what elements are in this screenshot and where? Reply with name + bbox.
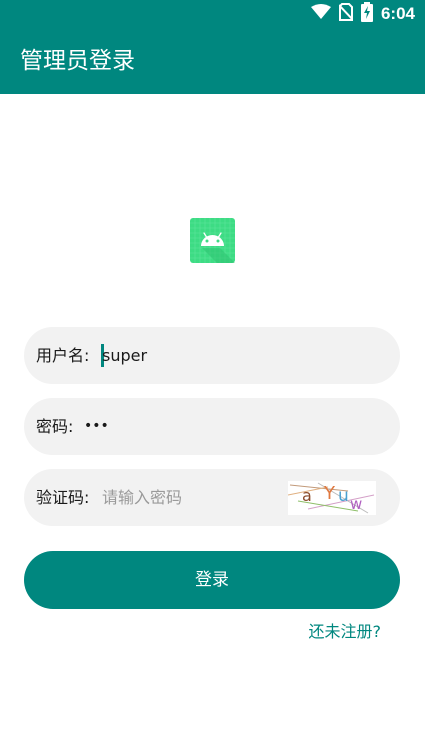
android-icon <box>190 218 235 263</box>
login-button[interactable]: 登录 <box>24 551 400 609</box>
captcha-input[interactable]: 请输入密码 <box>102 469 182 526</box>
wifi-icon <box>310 4 331 24</box>
battery-charging-icon <box>360 2 373 26</box>
username-field[interactable]: 用户名: super <box>24 327 400 384</box>
app-title: 管理员登录 <box>20 48 135 74</box>
captcha-svg: a Y u w <box>287 482 375 514</box>
captcha-char-2: Y <box>323 483 336 504</box>
password-field[interactable]: 密码: ••• <box>24 398 400 455</box>
status-bar: 6:04 <box>0 0 425 28</box>
captcha-field[interactable]: 验证码: 请输入密码 a Y u w <box>24 469 400 526</box>
captcha-label: 验证码: <box>36 488 90 507</box>
app-bar: 管理员登录 <box>0 28 425 94</box>
password-input[interactable]: ••• <box>84 398 109 455</box>
status-icons: 6:04 <box>310 2 415 26</box>
no-sim-icon <box>338 3 354 25</box>
register-link[interactable]: 还未注册? <box>309 620 382 644</box>
username-input[interactable]: super <box>102 327 147 384</box>
status-time: 6:04 <box>380 4 415 23</box>
username-label: 用户名: <box>36 346 90 365</box>
captcha-char-1: a <box>302 486 312 505</box>
captcha-image[interactable]: a Y u w <box>287 481 376 515</box>
captcha-char-3: u <box>338 486 349 506</box>
captcha-char-4: w <box>350 495 362 513</box>
password-label: 密码: <box>36 417 74 436</box>
